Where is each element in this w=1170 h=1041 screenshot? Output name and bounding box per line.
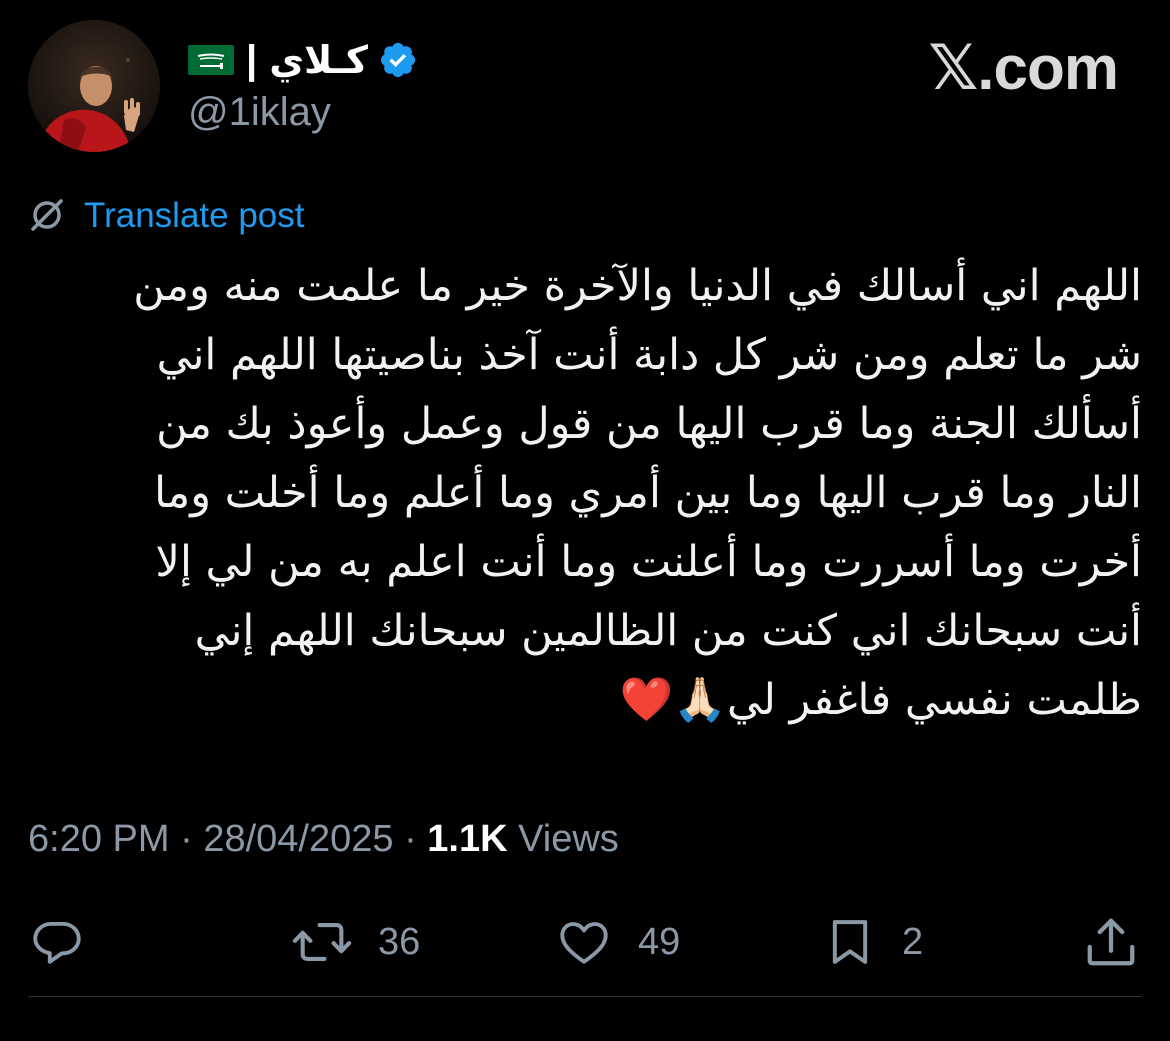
repost-icon	[290, 913, 354, 971]
reply-button[interactable]	[28, 912, 86, 972]
post-text: اللهم اني أسالك في الدنيا والآخرة خير ما…	[133, 261, 1142, 725]
post-date[interactable]: 28/04/2025	[203, 818, 393, 860]
translate-icon	[28, 196, 66, 234]
reply-icon	[28, 913, 86, 971]
display-name[interactable]: كـلاي	[269, 41, 368, 79]
like-button[interactable]: 49	[554, 912, 680, 972]
translate-post-label[interactable]: Translate post	[84, 198, 304, 233]
views-count: 1.1K	[427, 818, 508, 860]
verified-badge-icon[interactable]	[378, 40, 418, 80]
divider	[28, 996, 1142, 997]
author-handle[interactable]: @1iklay	[188, 92, 418, 132]
author-block[interactable]: | كـلاي @1iklay	[188, 36, 418, 132]
name-separator: |	[246, 38, 258, 82]
heart-icon	[554, 913, 614, 971]
post-time[interactable]: 6:20 PM	[28, 818, 170, 860]
avatar[interactable]	[28, 20, 160, 152]
bookmark-count: 2	[902, 921, 924, 963]
author-name-row[interactable]: | كـلاي	[188, 36, 418, 84]
action-bar: 36 49 2	[28, 912, 1142, 972]
brand-logo: 𝕏.com	[928, 34, 1119, 103]
meta-dot: ·	[180, 818, 193, 860]
repost-button[interactable]: 36	[290, 912, 420, 972]
post-meta: 6:20 PM · 28/04/2025 · 1.1K Views	[28, 820, 619, 858]
views-label: Views	[518, 818, 619, 860]
saudi-flag-icon	[188, 45, 234, 75]
bookmark-icon	[822, 912, 878, 972]
translate-post-link[interactable]: Translate post	[28, 196, 304, 234]
meta-dot: ·	[404, 818, 417, 860]
like-count: 49	[638, 921, 681, 963]
bookmark-button[interactable]: 2	[822, 912, 923, 972]
share-button[interactable]	[1080, 912, 1142, 972]
share-icon	[1080, 912, 1142, 972]
repost-count: 36	[378, 921, 421, 963]
